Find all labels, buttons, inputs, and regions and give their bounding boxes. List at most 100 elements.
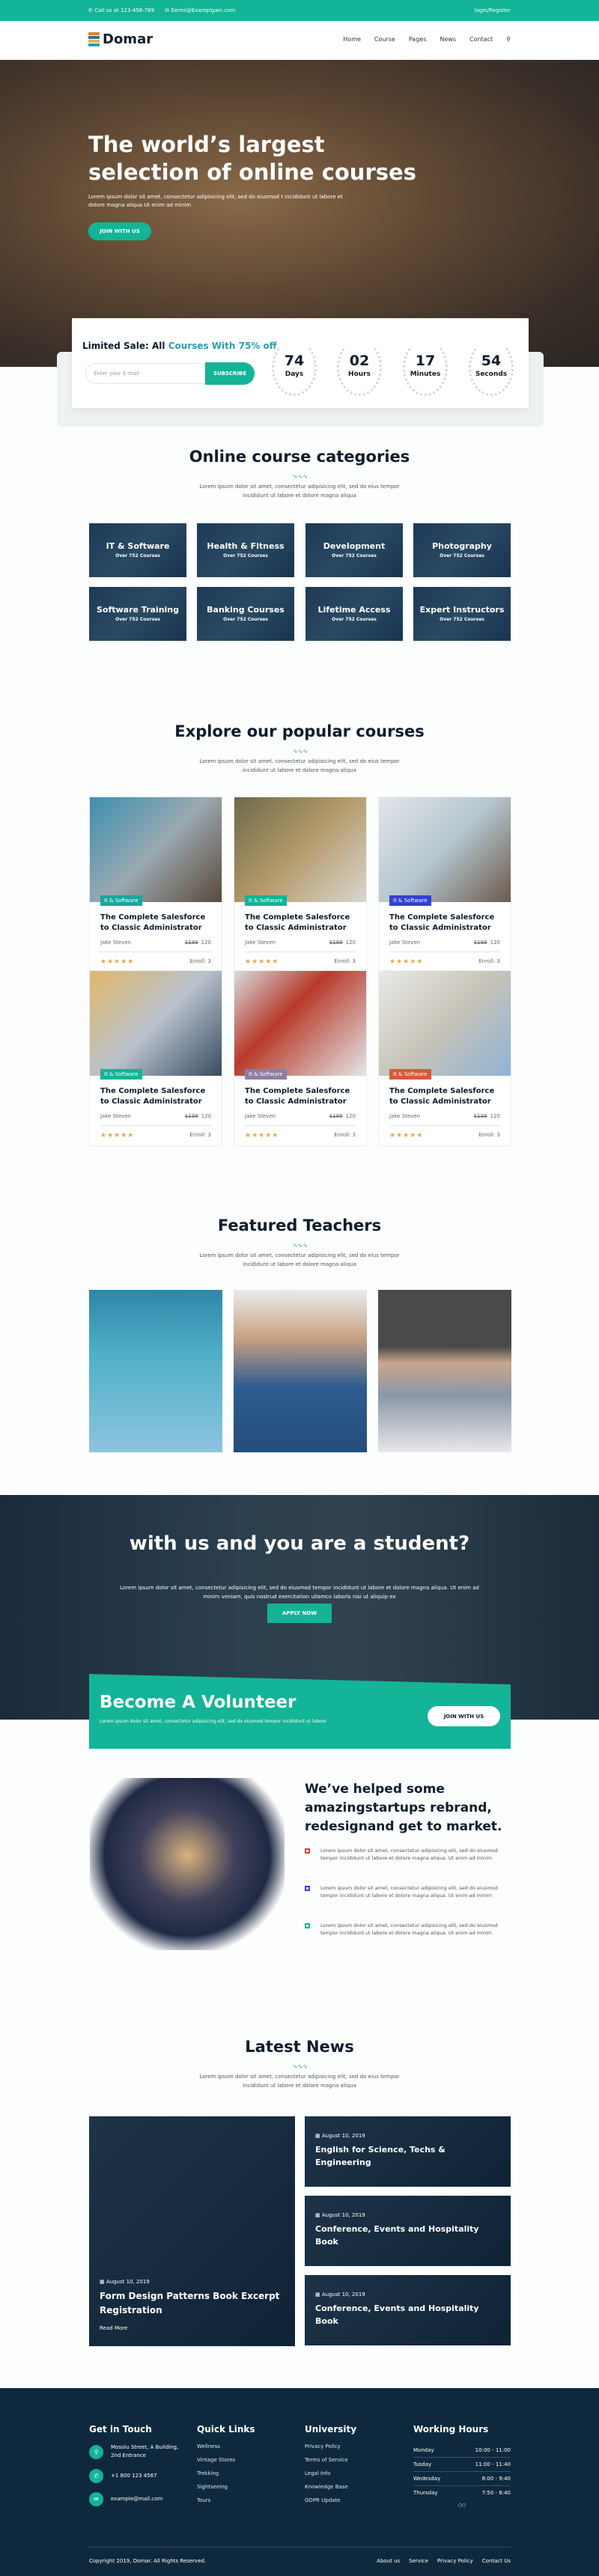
nav-pages[interactable]: Pages — [409, 36, 427, 43]
email-contact[interactable]: ✉ Demo@Examplgain.com — [165, 7, 235, 13]
hero-text: Lorem ipsum dolor sit amet, consectetur … — [88, 194, 343, 208]
subscribe-button[interactable]: SUBSCRIBE — [205, 362, 255, 385]
phone-contact[interactable]: ✆ Call us at 123-456-789 — [88, 7, 154, 13]
category-tile[interactable]: Development Over 752 Courses — [305, 523, 403, 577]
course-card[interactable]: It & Software The Complete Salesforce to… — [234, 797, 367, 972]
category-tile[interactable]: Software Training Over 752 Courses — [89, 587, 186, 641]
footer-link[interactable]: Terms of Service — [305, 2457, 410, 2463]
nav-course[interactable]: Course — [374, 36, 395, 43]
category-tile[interactable]: IT & Software Over 752 Courses — [89, 523, 186, 577]
course-title[interactable]: The Complete Salesforce to Classic Admin… — [90, 1076, 222, 1107]
course-title[interactable]: The Complete Salesforce to Classic Admin… — [234, 902, 366, 934]
cta-text: Lorem ipsum dolor sit amet, consectetur … — [120, 1585, 479, 1600]
category-badge[interactable]: It & Software — [245, 1069, 287, 1080]
category-tile[interactable]: Expert Instructors Over 752 Courses — [413, 587, 511, 641]
footer-privacy-link[interactable]: Privacy Policy — [437, 2558, 473, 2564]
hero-title: The world’s largest selection of online … — [88, 132, 416, 185]
footer-link[interactable]: GDPR Update — [305, 2497, 410, 2503]
footer-about-link[interactable]: About us — [377, 2558, 400, 2564]
footer-link[interactable]: Knowledge Base — [305, 2484, 410, 2490]
news-headline: Form Design Patterns Book Excerpt Regist… — [100, 2291, 280, 2315]
category-badge[interactable]: It & Software — [100, 895, 142, 906]
news-card[interactable]: ▦ August 10, 2019 English for Science, Te… — [305, 2116, 511, 2187]
footer-link[interactable]: Tours — [197, 2497, 302, 2503]
nav-news[interactable]: News — [440, 36, 456, 43]
countdown-minutes: 17 Minutes — [399, 339, 451, 399]
feature-point: Lorem ipsum dolor sit amet, consectetur … — [305, 1847, 514, 1862]
calendar-icon: ▦ — [315, 2292, 322, 2298]
course-title[interactable]: The Complete Salesforce to Classic Admin… — [90, 902, 222, 934]
enroll-count: Enroll: 3 — [334, 1132, 356, 1138]
copyright-bar: Copyright 2019, Domar. All Rights Reserv… — [89, 2547, 511, 2564]
category-tile[interactable]: Lifetime Access Over 752 Courses — [305, 587, 403, 641]
category-badge[interactable]: It & Software — [389, 895, 431, 906]
logo[interactable]: Domar — [88, 31, 153, 47]
footer-link[interactable]: Privacy Policy — [305, 2443, 410, 2449]
category-badge[interactable]: It & Software — [245, 895, 287, 906]
phone-icon: ✆ — [89, 2469, 103, 2483]
course-image: It & Software — [234, 797, 366, 906]
star-rating-icon: ★★★★★ — [100, 958, 135, 966]
featured-news-card[interactable]: ▦ August 10, 2019 Form Design Patterns B… — [89, 2116, 295, 2346]
news-card[interactable]: ▦ August 10, 2019 Conference, Events and … — [305, 2196, 511, 2266]
volunteer-box: Become A Volunteer Lorem ipsum dolor sit… — [89, 1674, 511, 1749]
news-headline: Conference, Events and Hospitality Book — [315, 2304, 479, 2326]
countdown-hours: 02 Hours — [333, 339, 386, 399]
course-image: It & Software — [90, 971, 222, 1080]
footer-link[interactable]: Trekking — [197, 2470, 302, 2476]
email-input[interactable]: Enter your E-mail — [85, 363, 205, 384]
category-tile[interactable]: Banking Courses Over 752 Courses — [197, 587, 294, 641]
categories-desc: Lorem ipsum dolor sit amet, consectetur … — [199, 484, 400, 499]
join-with-us-button[interactable]: JOIN WITH US — [428, 1706, 500, 1726]
search-icon[interactable]: ⚲ — [506, 36, 511, 43]
footer-link[interactable]: Vintage Stores — [197, 2457, 302, 2463]
hours-row: Tusday 11:00 - 11:40 — [413, 2458, 511, 2472]
nav-home[interactable]: Home — [343, 36, 361, 43]
square-bullet-icon — [305, 1923, 310, 1928]
footer-link[interactable]: Legal Info — [305, 2470, 410, 2476]
course-card[interactable]: It & Software The Complete Salesforce to… — [378, 797, 511, 972]
course-title[interactable]: The Complete Salesforce to Classic Admin… — [234, 1076, 366, 1107]
nav-contact[interactable]: Contact — [469, 36, 493, 43]
read-more-link[interactable]: Read More — [100, 2325, 285, 2331]
news-card[interactable]: ▦ August 10, 2019 Conference, Events and … — [305, 2275, 511, 2345]
category-badge[interactable]: It & Software — [389, 1069, 431, 1080]
course-card[interactable]: It & Software The Complete Salesforce to… — [89, 797, 222, 972]
books-icon — [88, 31, 100, 47]
join-button[interactable]: JOIN WITH US — [88, 222, 151, 240]
teacher-photo[interactable] — [234, 1290, 367, 1452]
category-badge[interactable]: It & Software — [100, 1069, 142, 1080]
footer-quick-links: Quick Links Wellness Vintage Stores Trek… — [197, 2424, 302, 2511]
enroll-count: Enroll: 3 — [478, 958, 500, 964]
footer-contact-link[interactable]: Contact Us — [482, 2558, 511, 2564]
teacher-photo[interactable] — [378, 1290, 511, 1452]
feature-point: Lorem ipsum dolor sit amet, consectetur … — [305, 1884, 514, 1899]
footer-link[interactable]: Sightseeing — [197, 2484, 302, 2490]
carousel-dots[interactable]: ○○ — [413, 2503, 511, 2508]
courses-title: Explore our popular courses — [174, 722, 425, 740]
course-card[interactable]: It & Software The Complete Salesforce to… — [378, 970, 511, 1146]
login-register-link[interactable]: login/Register — [475, 7, 511, 13]
footer-link[interactable]: Wellness — [197, 2443, 302, 2449]
countdown-seconds: 54 Seconds — [465, 339, 517, 399]
footer-service-link[interactable]: Service — [409, 2558, 428, 2564]
apply-now-button[interactable]: APPLY NOW — [267, 1604, 332, 1623]
enroll-count: Enroll: 3 — [334, 958, 356, 964]
course-author: Jake Steven — [100, 940, 132, 946]
category-tile[interactable]: Health & Fitness Over 752 Courses — [197, 523, 294, 577]
category-tile[interactable]: Photography Over 752 Courses — [413, 523, 511, 577]
star-rating-icon: ★★★★★ — [100, 1132, 135, 1139]
cta-title: with us and you are a student? — [129, 1532, 470, 1555]
hours-row: Wedesday 8:00 - 9:40 — [413, 2472, 511, 2486]
sale-countdown-card: Limited Sale: All Courses With 75% off E… — [72, 318, 529, 408]
teacher-photo[interactable] — [89, 1290, 222, 1452]
course-author: Jake Steven — [245, 940, 276, 946]
enroll-count: Enroll: 3 — [189, 958, 211, 964]
course-author: Jake Steven — [100, 1113, 132, 1119]
course-title[interactable]: The Complete Salesforce to Classic Admin… — [379, 1076, 511, 1107]
course-card[interactable]: It & Software The Complete Salesforce to… — [89, 970, 222, 1146]
courses-desc: Lorem ipsum dolor sit amet, consectetur … — [199, 758, 400, 773]
teachers-desc: Lorem ipsum dolor sit amet, consectetur … — [199, 1252, 400, 1267]
course-card[interactable]: It & Software The Complete Salesforce to… — [234, 970, 367, 1146]
course-title[interactable]: The Complete Salesforce to Classic Admin… — [379, 902, 511, 934]
